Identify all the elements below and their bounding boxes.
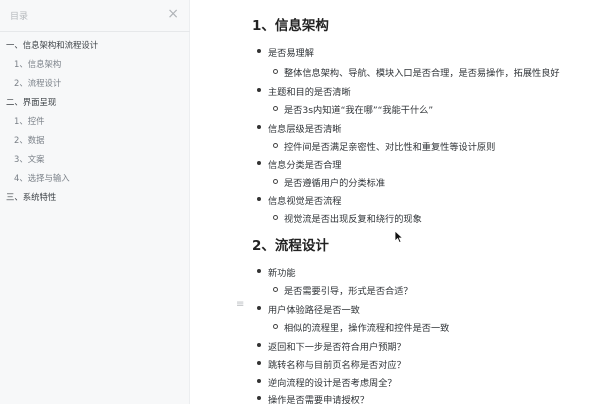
toc-sidebar: 目录 × 一、信息架构和流程设计 1、信息架构 2、流程设计 二、界面呈现 1、…	[0, 0, 190, 404]
list-item: 返回和下一步是否符合用户预期？	[257, 339, 406, 353]
document-app: 目录 × 一、信息架构和流程设计 1、信息架构 2、流程设计 二、界面呈现 1、…	[0, 0, 600, 404]
list-item: 逆向流程的设计是否考虑周全？	[257, 375, 397, 389]
list-item: 是否易理解	[257, 45, 314, 59]
close-icon[interactable]: ×	[167, 6, 179, 22]
list-item: 信息分类是否合理	[257, 157, 342, 171]
list-item: 操作是否需要申请授权？	[256, 392, 369, 404]
list-item: 信息视觉是否流程	[257, 193, 342, 207]
drag-handle-icon[interactable]: ≡	[236, 300, 244, 310]
toc-item-copy[interactable]: 3、文案	[14, 153, 44, 165]
toc-item-select-input[interactable]: 4、选择与输入	[14, 172, 70, 184]
list-item: 新功能	[257, 265, 296, 279]
list-item: 跳转名称与目前页名称是否对应？	[257, 357, 406, 371]
toc-item-section-2[interactable]: 二、界面呈现	[6, 96, 56, 108]
list-item: 整体信息架构、导航、模块入口是否合理，是否易操作，拓展性良好	[273, 65, 560, 79]
heading-flow-design: 2、流程设计	[252, 238, 329, 254]
toc-header: 目录 ×	[0, 0, 190, 32]
list-item: 相似的流程里，操作流程和控件是否一致	[272, 320, 449, 334]
list-item: 主题和目的是否清晰	[257, 84, 351, 98]
document-content: 1、信息架构 是否易理解 整体信息架构、导航、模块入口是否合理，是否易操作，拓展…	[190, 0, 600, 404]
list-item: 是否需要引导，形式是否合适？	[273, 283, 413, 297]
list-item: 信息层级是否清晰	[257, 121, 342, 135]
toc-title: 目录	[10, 12, 29, 22]
toc-item-section-3[interactable]: 三、系统特性	[6, 191, 56, 203]
toc-item-section-1[interactable]: 一、信息架构和流程设计	[6, 39, 98, 51]
toc-item-controls[interactable]: 1、控件	[14, 115, 44, 127]
toc-item-info-architecture[interactable]: 1、信息架构	[14, 58, 61, 70]
list-item: 是否3s内知道“我在哪”“我能干什么”	[272, 102, 433, 116]
list-item: 视觉流是否出现反复和绕行的现象	[273, 211, 422, 225]
toc-item-data[interactable]: 2、数据	[14, 134, 44, 146]
mouse-cursor-icon	[394, 230, 404, 244]
heading-info-architecture: 1、信息架构	[252, 18, 329, 34]
list-item: 是否遵循用户的分类标准	[272, 175, 385, 189]
toc-item-flow-design[interactable]: 2、流程设计	[14, 77, 61, 89]
list-item: 控件间是否满足亲密性、对比性和重复性等设计原则	[272, 139, 495, 153]
list-item: 用户体验路径是否一致	[257, 302, 360, 316]
